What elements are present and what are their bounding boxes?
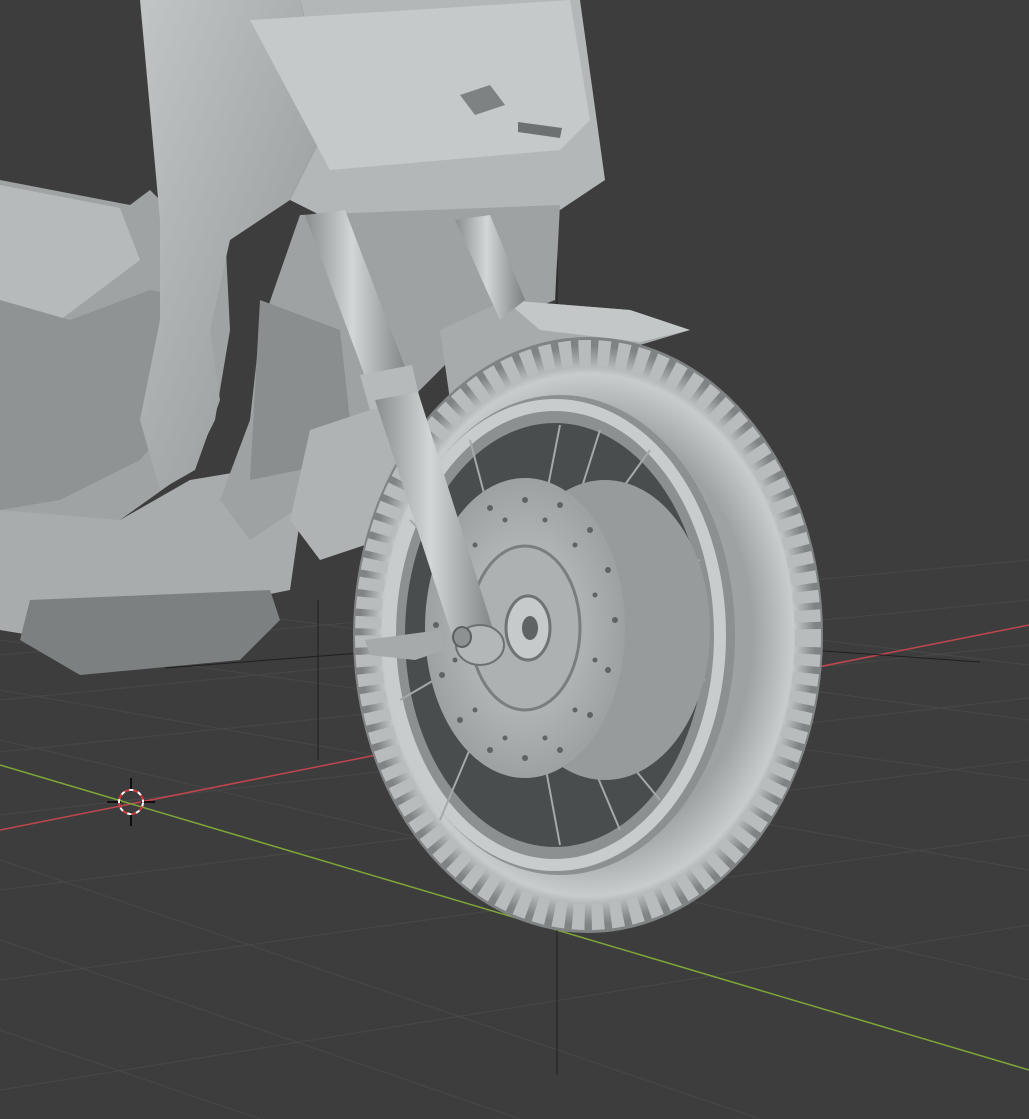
- viewport-canvas[interactable]: [0, 0, 1029, 1119]
- 3d-viewport[interactable]: [0, 0, 1029, 1119]
- 3d-cursor-icon[interactable]: [107, 778, 155, 826]
